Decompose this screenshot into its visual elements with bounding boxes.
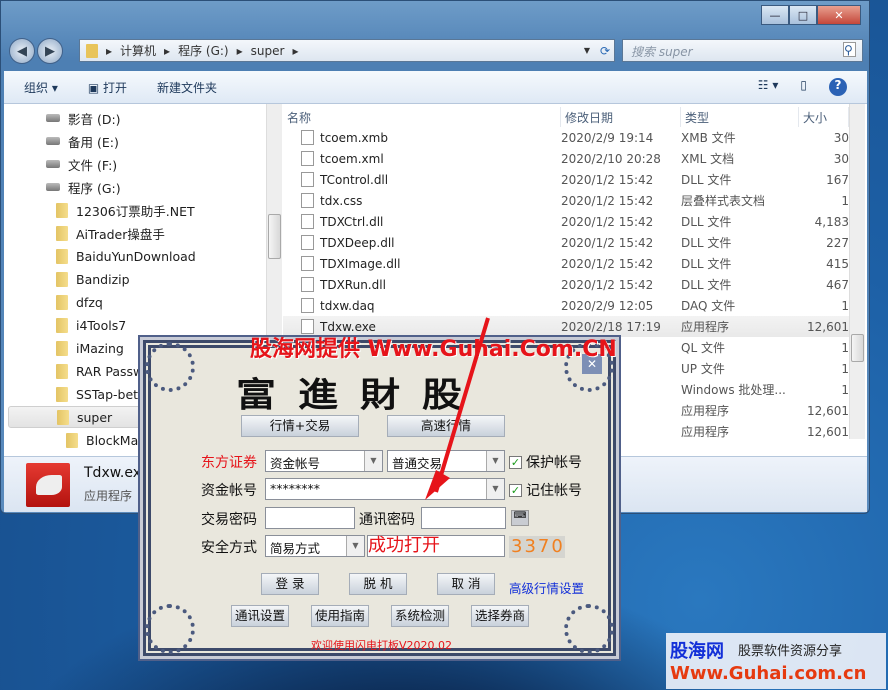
- watermark-banner: 股海网 股票软件资源分享 Www.Guhai.com.cn: [666, 633, 886, 689]
- banner-logo: 股海网: [670, 641, 724, 662]
- red-arrow-annotation: [425, 317, 490, 500]
- banner-url: Www.Guhai.com.cn: [670, 663, 867, 684]
- banner-slogan: 股票软件资源分享: [738, 644, 843, 659]
